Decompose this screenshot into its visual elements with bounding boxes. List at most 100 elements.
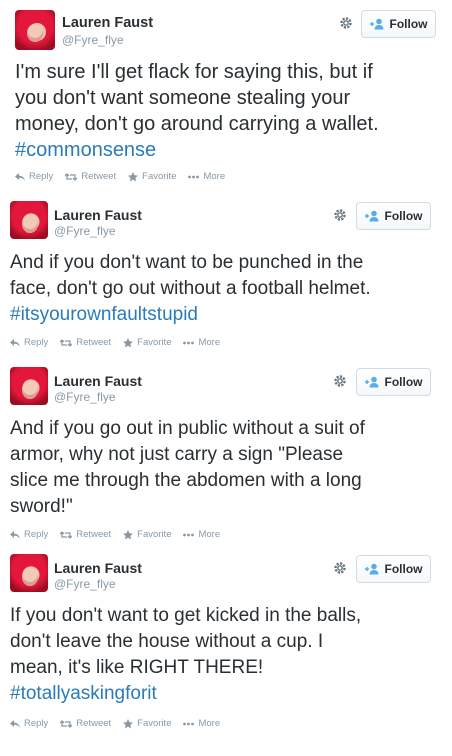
tweet: Lauren Faust @Fyre_flye Follow And if yo… bbox=[0, 361, 452, 548]
user-handle[interactable]: @Fyre_flye bbox=[54, 577, 116, 591]
follow-button[interactable]: Follow bbox=[356, 202, 431, 230]
avatar[interactable] bbox=[15, 10, 55, 50]
tweet-line: don't leave the house without a cup. I bbox=[10, 631, 324, 652]
more-action[interactable]: More bbox=[188, 171, 225, 182]
more-action[interactable]: More bbox=[183, 718, 220, 729]
tweet-actions: Reply Retweet Favorite More bbox=[10, 529, 232, 540]
tweet: Lauren Faust @Fyre_flye Follow I'm sure … bbox=[0, 0, 452, 195]
user-name[interactable]: Lauren Faust bbox=[54, 560, 142, 576]
retweet-icon bbox=[60, 338, 73, 347]
more-action[interactable]: More bbox=[183, 337, 220, 348]
reply-action[interactable]: Reply bbox=[10, 529, 48, 540]
tweet-line: If you don't want to get kicked in the b… bbox=[10, 605, 362, 626]
favorite-action[interactable]: Favorite bbox=[123, 337, 171, 348]
user-handle[interactable]: @Fyre_flye bbox=[54, 390, 116, 404]
follow-button[interactable]: Follow bbox=[356, 555, 431, 583]
follow-person-icon bbox=[364, 563, 378, 575]
retweet-action[interactable]: Retweet bbox=[60, 529, 111, 540]
follow-person-icon bbox=[369, 18, 383, 30]
star-icon bbox=[128, 171, 139, 181]
tweet: Lauren Faust @Fyre_flye Follow If you do… bbox=[0, 548, 452, 756]
follow-label: Follow bbox=[384, 209, 423, 223]
more-action[interactable]: More bbox=[183, 529, 220, 540]
tweet-line: face, don't go out without a football he… bbox=[10, 278, 371, 299]
user-name[interactable]: Lauren Faust bbox=[54, 373, 142, 389]
gear-icon[interactable] bbox=[332, 373, 348, 389]
gear-icon[interactable] bbox=[338, 15, 354, 31]
avatar[interactable] bbox=[10, 554, 48, 592]
tweet-text: If you don't want to get kicked in the b… bbox=[10, 603, 361, 707]
favorite-label: Favorite bbox=[137, 337, 172, 348]
favorite-action[interactable]: Favorite bbox=[128, 171, 176, 182]
retweet-action[interactable]: Retweet bbox=[65, 171, 116, 182]
favorite-label: Favorite bbox=[142, 171, 177, 182]
tweet-line: mean, it's like RIGHT THERE! bbox=[10, 657, 264, 678]
user-handle[interactable]: @Fyre_flye bbox=[62, 33, 124, 47]
reply-label: Reply bbox=[24, 529, 49, 540]
tweet-actions: Reply Retweet Favorite More bbox=[15, 171, 237, 182]
tweet-line: And if you go out in public without a su… bbox=[10, 418, 365, 439]
favorite-action[interactable]: Favorite bbox=[123, 718, 171, 729]
tweet-actions: Reply Retweet Favorite More bbox=[10, 337, 232, 348]
hashtag-link[interactable]: #commonsense bbox=[15, 137, 379, 163]
avatar[interactable] bbox=[10, 201, 48, 239]
avatar[interactable] bbox=[10, 367, 48, 405]
retweet-icon bbox=[65, 172, 78, 181]
reply-icon bbox=[15, 172, 25, 181]
follow-label: Follow bbox=[384, 562, 423, 576]
reply-action[interactable]: Reply bbox=[10, 718, 48, 729]
follow-person-icon bbox=[364, 376, 378, 388]
retweet-action[interactable]: Retweet bbox=[60, 718, 111, 729]
favorite-label: Favorite bbox=[137, 529, 172, 540]
retweet-icon bbox=[60, 719, 73, 728]
gear-icon[interactable] bbox=[332, 560, 348, 576]
tweet-line: slice me through the abdomen with a long bbox=[10, 470, 362, 491]
reply-icon bbox=[10, 338, 20, 347]
follow-button[interactable]: Follow bbox=[361, 10, 436, 38]
more-label: More bbox=[198, 529, 221, 540]
more-label: More bbox=[198, 337, 221, 348]
ellipsis-icon bbox=[188, 175, 200, 178]
hashtag-link[interactable]: #itsyourownfaultstupid bbox=[10, 302, 371, 328]
more-label: More bbox=[203, 171, 226, 182]
follow-label: Follow bbox=[389, 17, 428, 31]
tweet-text: And if you don't want to be punched in t… bbox=[10, 250, 371, 328]
tweet-line: armor, why not just carry a sign "Please bbox=[10, 444, 344, 465]
tweet-line: I'm sure I'll get flack for saying this,… bbox=[15, 61, 373, 83]
favorite-action[interactable]: Favorite bbox=[123, 529, 171, 540]
follow-label: Follow bbox=[384, 375, 423, 389]
reply-label: Reply bbox=[29, 171, 54, 182]
ellipsis-icon bbox=[183, 722, 195, 725]
star-icon bbox=[123, 718, 134, 728]
reply-action[interactable]: Reply bbox=[10, 337, 48, 348]
follow-person-icon bbox=[364, 210, 378, 222]
retweet-icon bbox=[60, 530, 73, 539]
user-name[interactable]: Lauren Faust bbox=[54, 207, 142, 223]
retweet-label: Retweet bbox=[81, 171, 117, 182]
tweet-line: money, don't go around carrying a wallet… bbox=[15, 113, 379, 135]
user-name[interactable]: Lauren Faust bbox=[62, 15, 153, 31]
follow-button[interactable]: Follow bbox=[356, 368, 431, 396]
ellipsis-icon bbox=[183, 341, 195, 344]
retweet-label: Retweet bbox=[76, 337, 112, 348]
star-icon bbox=[123, 529, 134, 539]
tweet-text: And if you go out in public without a su… bbox=[10, 416, 365, 520]
ellipsis-icon bbox=[183, 533, 195, 536]
reply-label: Reply bbox=[24, 337, 49, 348]
reply-label: Reply bbox=[24, 718, 49, 729]
tweet-text: I'm sure I'll get flack for saying this,… bbox=[15, 59, 379, 163]
star-icon bbox=[123, 337, 134, 347]
gear-icon[interactable] bbox=[332, 207, 348, 223]
reply-action[interactable]: Reply bbox=[15, 171, 53, 182]
tweet-line: And if you don't want to be punched in t… bbox=[10, 252, 364, 273]
retweet-label: Retweet bbox=[76, 529, 112, 540]
tweet-actions: Reply Retweet Favorite More bbox=[10, 718, 232, 729]
user-handle[interactable]: @Fyre_flye bbox=[54, 224, 116, 238]
retweet-label: Retweet bbox=[76, 718, 112, 729]
tweet: Lauren Faust @Fyre_flye Follow And if yo… bbox=[0, 195, 452, 361]
retweet-action[interactable]: Retweet bbox=[60, 337, 111, 348]
reply-icon bbox=[10, 530, 20, 539]
tweet-line: sword!" bbox=[10, 496, 73, 517]
hashtag-link[interactable]: #totallyaskingforit bbox=[10, 681, 361, 707]
tweet-line: you don't want someone stealing your bbox=[15, 87, 351, 109]
